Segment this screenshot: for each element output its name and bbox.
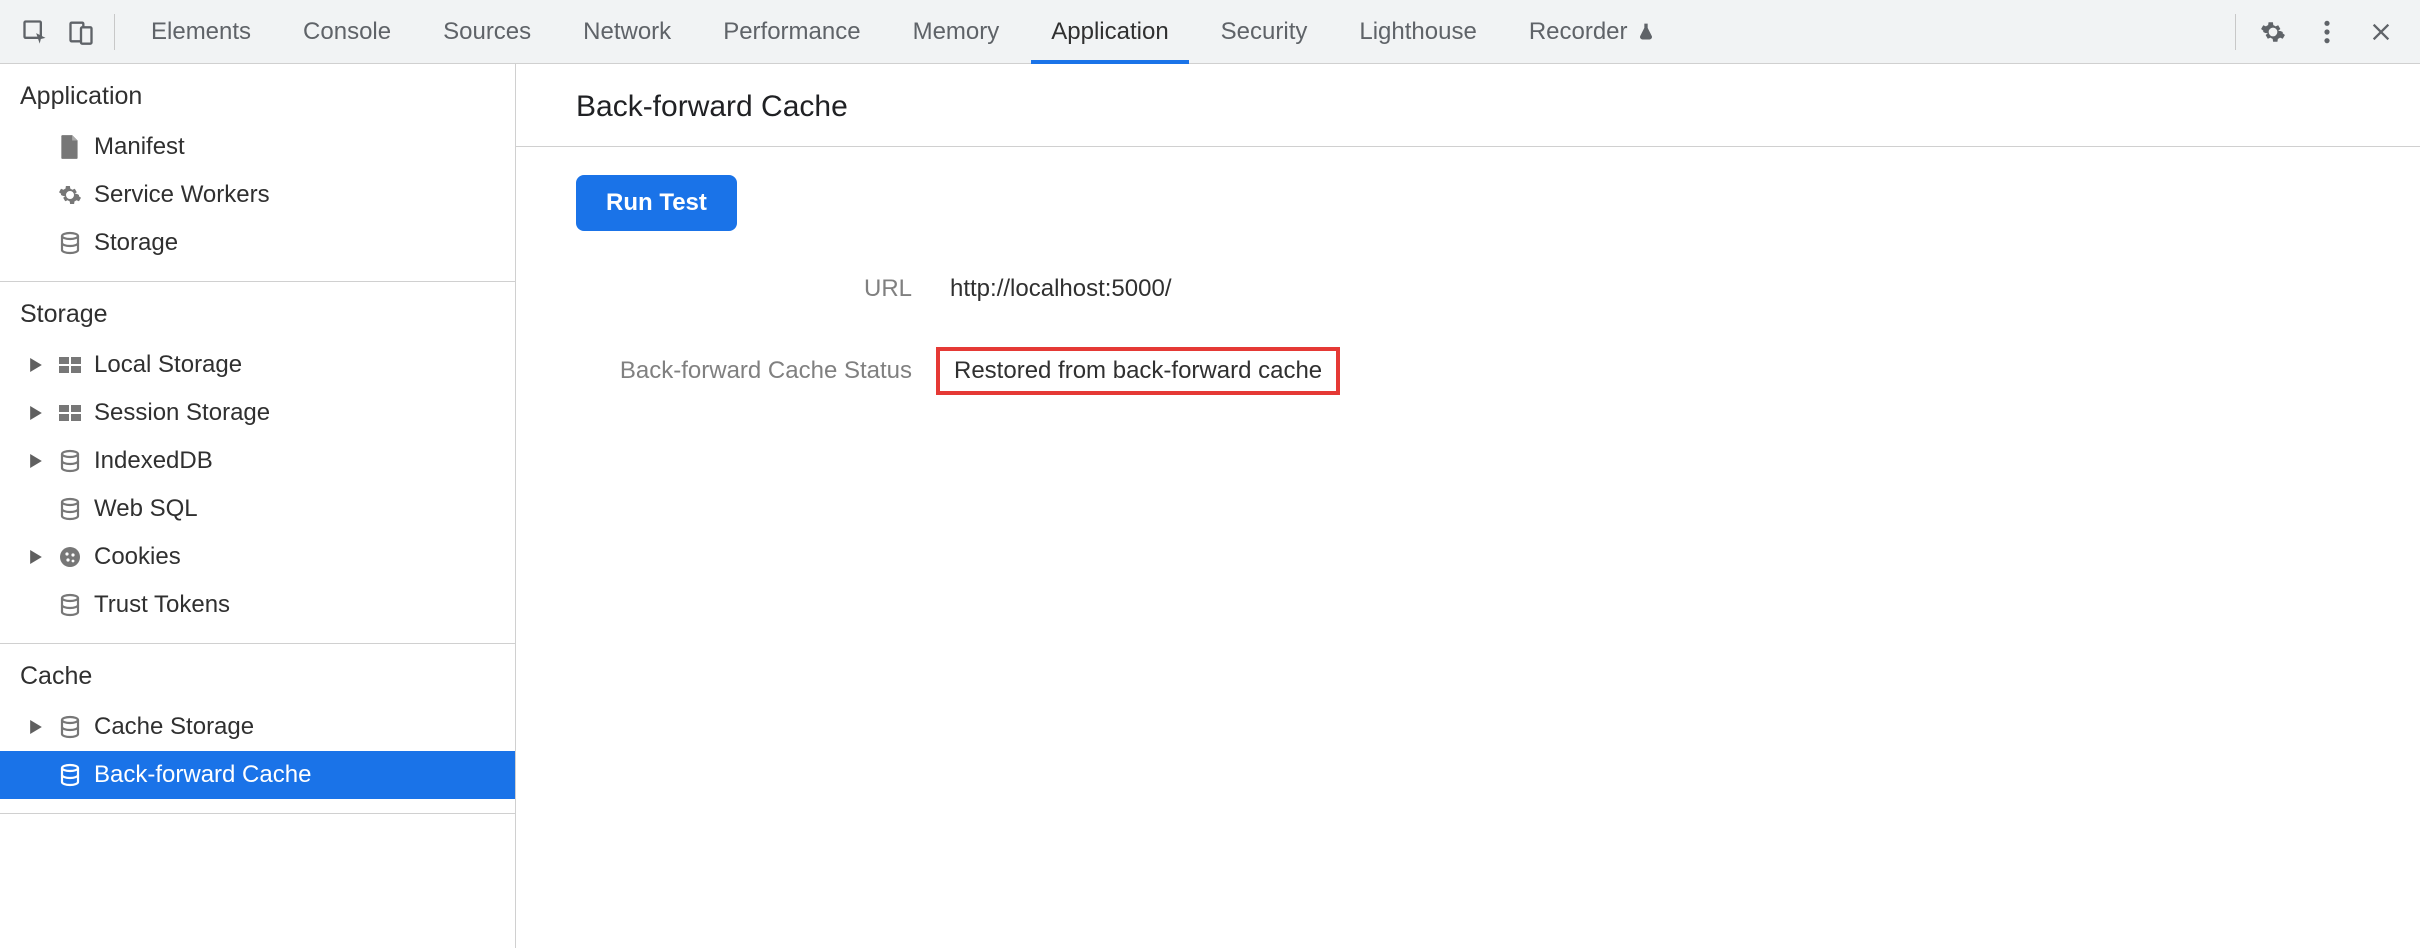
tab-lighthouse[interactable]: Lighthouse: [1333, 0, 1502, 63]
expand-arrow-icon[interactable]: [26, 358, 46, 372]
tab-elements[interactable]: Elements: [125, 0, 277, 63]
tab-label: Elements: [151, 18, 251, 46]
sidebar-item-session-storage[interactable]: Session Storage: [0, 389, 515, 437]
device-toolbar-icon[interactable]: [58, 0, 104, 64]
tabbar-right-controls: [2246, 0, 2408, 64]
sidebar-item-websql[interactable]: Web SQL: [0, 485, 515, 533]
panel-title: Back-forward Cache: [516, 64, 2420, 146]
tab-application[interactable]: Application: [1025, 0, 1194, 63]
database-icon: [56, 713, 84, 741]
tab-label: Performance: [723, 18, 860, 46]
tab-label: Console: [303, 18, 391, 46]
sidebar-item-app-storage[interactable]: Storage: [0, 219, 515, 267]
tab-label: Security: [1221, 18, 1308, 46]
tab-label: Lighthouse: [1359, 18, 1476, 46]
database-icon: [56, 591, 84, 619]
application-sidebar: Application Manifest Service Workers: [0, 64, 516, 948]
database-icon: [56, 495, 84, 523]
bfcache-status-label: Back-forward Cache Status: [576, 357, 936, 385]
sidebar-item-label: Storage: [94, 229, 178, 257]
sidebar-item-cache-storage[interactable]: Cache Storage: [0, 703, 515, 751]
expand-arrow-icon[interactable]: [26, 406, 46, 420]
run-test-button[interactable]: Run Test: [576, 175, 737, 231]
sidebar-item-local-storage[interactable]: Local Storage: [0, 341, 515, 389]
sidebar-item-label: Session Storage: [94, 399, 270, 427]
tab-recorder[interactable]: Recorder: [1503, 0, 1682, 63]
gear-icon: [56, 181, 84, 209]
database-icon: [56, 447, 84, 475]
sidebar-item-label: Local Storage: [94, 351, 242, 379]
tabbar-divider: [2235, 14, 2236, 50]
settings-icon[interactable]: [2246, 0, 2300, 64]
database-icon: [56, 761, 84, 789]
tab-label: Memory: [913, 18, 1000, 46]
section-title-application: Application: [0, 64, 515, 123]
tab-label: Sources: [443, 18, 531, 46]
section-title-storage: Storage: [0, 282, 515, 341]
tab-security[interactable]: Security: [1195, 0, 1334, 63]
database-icon: [56, 229, 84, 257]
expand-arrow-icon[interactable]: [26, 550, 46, 564]
bfcache-status-value: Restored from back-forward cache: [936, 347, 1340, 395]
sidebar-item-cookies[interactable]: Cookies: [0, 533, 515, 581]
inspect-element-icon[interactable]: [12, 0, 58, 64]
more-menu-icon[interactable]: [2300, 0, 2354, 64]
sidebar-item-label: Web SQL: [94, 495, 198, 523]
tab-network[interactable]: Network: [557, 0, 697, 63]
tab-memory[interactable]: Memory: [887, 0, 1026, 63]
tab-console[interactable]: Console: [277, 0, 417, 63]
tabbar-divider: [114, 14, 115, 50]
devtools-tabbar: Elements Console Sources Network Perform…: [0, 0, 2420, 64]
url-value: http://localhost:5000/: [936, 269, 1185, 309]
sidebar-item-label: Trust Tokens: [94, 591, 230, 619]
sidebar-item-label: Cookies: [94, 543, 181, 571]
tab-label: Recorder: [1529, 18, 1628, 46]
sidebar-item-trust-tokens[interactable]: Trust Tokens: [0, 581, 515, 629]
sidebar-item-label: Manifest: [94, 133, 185, 161]
flask-icon: [1636, 22, 1656, 42]
table-icon: [56, 399, 84, 427]
expand-arrow-icon[interactable]: [26, 454, 46, 468]
close-devtools-icon[interactable]: [2354, 0, 2408, 64]
tab-label: Application: [1051, 18, 1168, 46]
cookie-icon: [56, 543, 84, 571]
sidebar-item-label: Back-forward Cache: [94, 761, 311, 789]
section-title-cache: Cache: [0, 644, 515, 703]
sidebar-item-label: Service Workers: [94, 181, 270, 209]
panel-tabs: Elements Console Sources Network Perform…: [125, 0, 1682, 63]
sidebar-item-manifest[interactable]: Manifest: [0, 123, 515, 171]
tab-performance[interactable]: Performance: [697, 0, 886, 63]
sidebar-item-bfcache[interactable]: Back-forward Cache: [0, 751, 515, 799]
url-label: URL: [576, 275, 936, 303]
sidebar-item-label: Cache Storage: [94, 713, 254, 741]
file-icon: [56, 133, 84, 161]
sidebar-item-label: IndexedDB: [94, 447, 213, 475]
table-icon: [56, 351, 84, 379]
bfcache-panel: Back-forward Cache Run Test URL http://l…: [516, 64, 2420, 948]
tab-label: Network: [583, 18, 671, 46]
tab-sources[interactable]: Sources: [417, 0, 557, 63]
expand-arrow-icon[interactable]: [26, 720, 46, 734]
sidebar-item-indexeddb[interactable]: IndexedDB: [0, 437, 515, 485]
sidebar-item-service-workers[interactable]: Service Workers: [0, 171, 515, 219]
